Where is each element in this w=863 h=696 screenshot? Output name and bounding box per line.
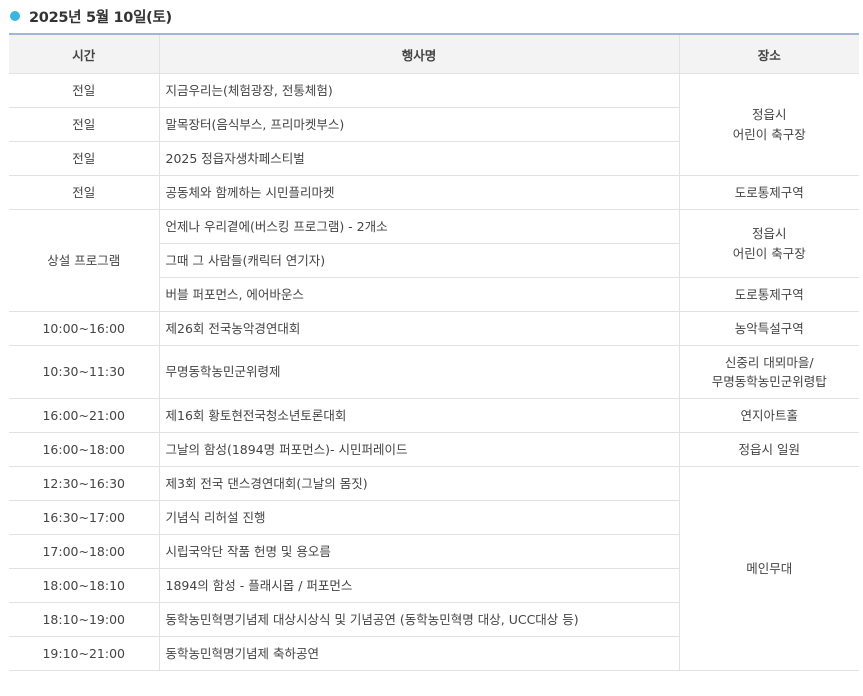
event-cell: 1894의 함성 - 플래시몹 / 퍼포먼스 <box>158 568 679 603</box>
time-cell: 17:00~18:00 <box>9 534 160 569</box>
table-row: 전일 지금우리는(체험광장, 전통체험) 정읍시 어린이 축구장 <box>9 73 859 176</box>
time-cell: 16:00~18:00 <box>9 432 160 467</box>
time-cell: 16:00~21:00 <box>9 398 160 433</box>
table-row: 12:30~16:30 제3회 전국 댄스경연대회(그날의 몸짓) 메인무대 <box>9 466 859 671</box>
event-cell: 제3회 전국 댄스경연대회(그날의 몸짓) <box>158 466 680 501</box>
event-cell: 제26회 전국농악경연대회 <box>158 311 680 346</box>
time-cell: 상설 프로그램 <box>9 209 160 312</box>
column-header-time: 시간 <box>9 34 160 74</box>
date-header: 2025년 5월 10일(토) <box>10 4 172 28</box>
time-cell: 10:30~11:30 <box>9 345 160 399</box>
event-cell: 말목장터(음식부스, 프리마켓부스) <box>158 107 679 142</box>
time-cell: 12:30~16:30 <box>9 466 160 501</box>
place-line: 정읍시 <box>751 226 787 242</box>
event-cell: 기념식 리허설 진행 <box>158 500 679 535</box>
event-cell: 무명동학농민군위령제 <box>158 345 680 399</box>
event-cell: 언제나 우리곁에(버스킹 프로그램) - 2개소 <box>158 209 680 244</box>
time-cell: 18:10~19:00 <box>9 602 160 637</box>
place-cell: 연지아트홀 <box>678 398 859 433</box>
bullet-icon <box>10 11 20 21</box>
table-row: 16:00~21:00 제16회 황토현전국청소년토론대회 연지아트홀 <box>9 398 859 433</box>
event-cell: 그때 그 사람들(캐릭터 연기자) <box>159 243 679 278</box>
place-line: 신중리 대뫼마을/ <box>724 354 814 370</box>
event-cell: 동학농민혁명기념제 대상시상식 및 기념공연 (동학농민혁명 대상, UCC대상… <box>158 602 679 637</box>
table-row: 16:00~18:00 그날의 함성(1894명 퍼포먼스)- 시민퍼레이드 정… <box>9 432 859 467</box>
schedule-table: 시간 행사명 장소 전일 지금우리는(체험광장, 전통체험) 정읍시 어린이 축… <box>9 33 859 671</box>
place-line: 정읍시 <box>751 107 787 123</box>
schedule-page: 2025년 5월 10일(토) 시간 행사명 장소 전일 지금우리는(체험광장,… <box>0 0 863 696</box>
time-cell: 전일 <box>9 175 160 210</box>
column-header-event: 행사명 <box>158 34 680 74</box>
place-cell: 메인무대 <box>678 466 859 671</box>
table-row: 10:30~11:30 무명동학농민군위령제 신중리 대뫼마을/ 무명동학농민군… <box>9 345 859 399</box>
place-cell: 정읍시 어린이 축구장 <box>678 73 859 176</box>
place-cell: 도로통제구역 <box>678 175 859 210</box>
event-cell: 시립국악단 작품 헌명 및 용오름 <box>158 534 679 569</box>
time-cell: 16:30~17:00 <box>9 500 160 535</box>
table-row: 전일 공동체와 함께하는 시민플리마켓 도로통제구역 <box>9 175 859 210</box>
time-cell: 전일 <box>9 107 160 142</box>
place-cell: 정읍시 어린이 축구장 <box>678 209 859 278</box>
event-cell: 2025 정읍자생차페스티벌 <box>158 141 679 176</box>
table-row: 상설 프로그램 언제나 우리곁에(버스킹 프로그램) - 2개소 정읍시 어린이… <box>9 209 859 312</box>
event-cell: 지금우리는(체험광장, 전통체험) <box>158 73 680 108</box>
place-cell: 농악특설구역 <box>678 311 859 346</box>
event-cell: 그날의 함성(1894명 퍼포먼스)- 시민퍼레이드 <box>158 432 680 467</box>
place-line: 어린이 축구장 <box>732 245 806 261</box>
place-cell: 도로통제구역 <box>678 277 859 312</box>
time-cell: 19:10~21:00 <box>9 636 160 671</box>
event-cell: 제16회 황토현전국청소년토론대회 <box>158 398 680 433</box>
place-cell: 신중리 대뫼마을/ 무명동학농민군위령탑 <box>678 345 859 399</box>
event-cell: 공동체와 함께하는 시민플리마켓 <box>158 175 680 210</box>
place-line: 어린이 축구장 <box>732 126 806 142</box>
time-cell: 전일 <box>9 141 160 176</box>
time-cell: 18:00~18:10 <box>9 568 160 603</box>
event-cell: 동학농민혁명기념제 축하공연 <box>158 636 679 671</box>
table-row: 10:00~16:00 제26회 전국농악경연대회 농악특설구역 <box>9 311 859 346</box>
time-cell: 전일 <box>9 73 160 108</box>
place-line: 무명동학농민군위령탑 <box>711 374 827 389</box>
table-header-row: 시간 행사명 장소 <box>9 34 859 74</box>
date-title: 2025년 5월 10일(토) <box>29 9 172 26</box>
time-cell: 10:00~16:00 <box>9 311 160 346</box>
place-cell: 정읍시 일원 <box>678 432 859 467</box>
column-header-place: 장소 <box>678 34 859 74</box>
event-cell: 버블 퍼포먼스, 에어바운스 <box>159 277 680 312</box>
